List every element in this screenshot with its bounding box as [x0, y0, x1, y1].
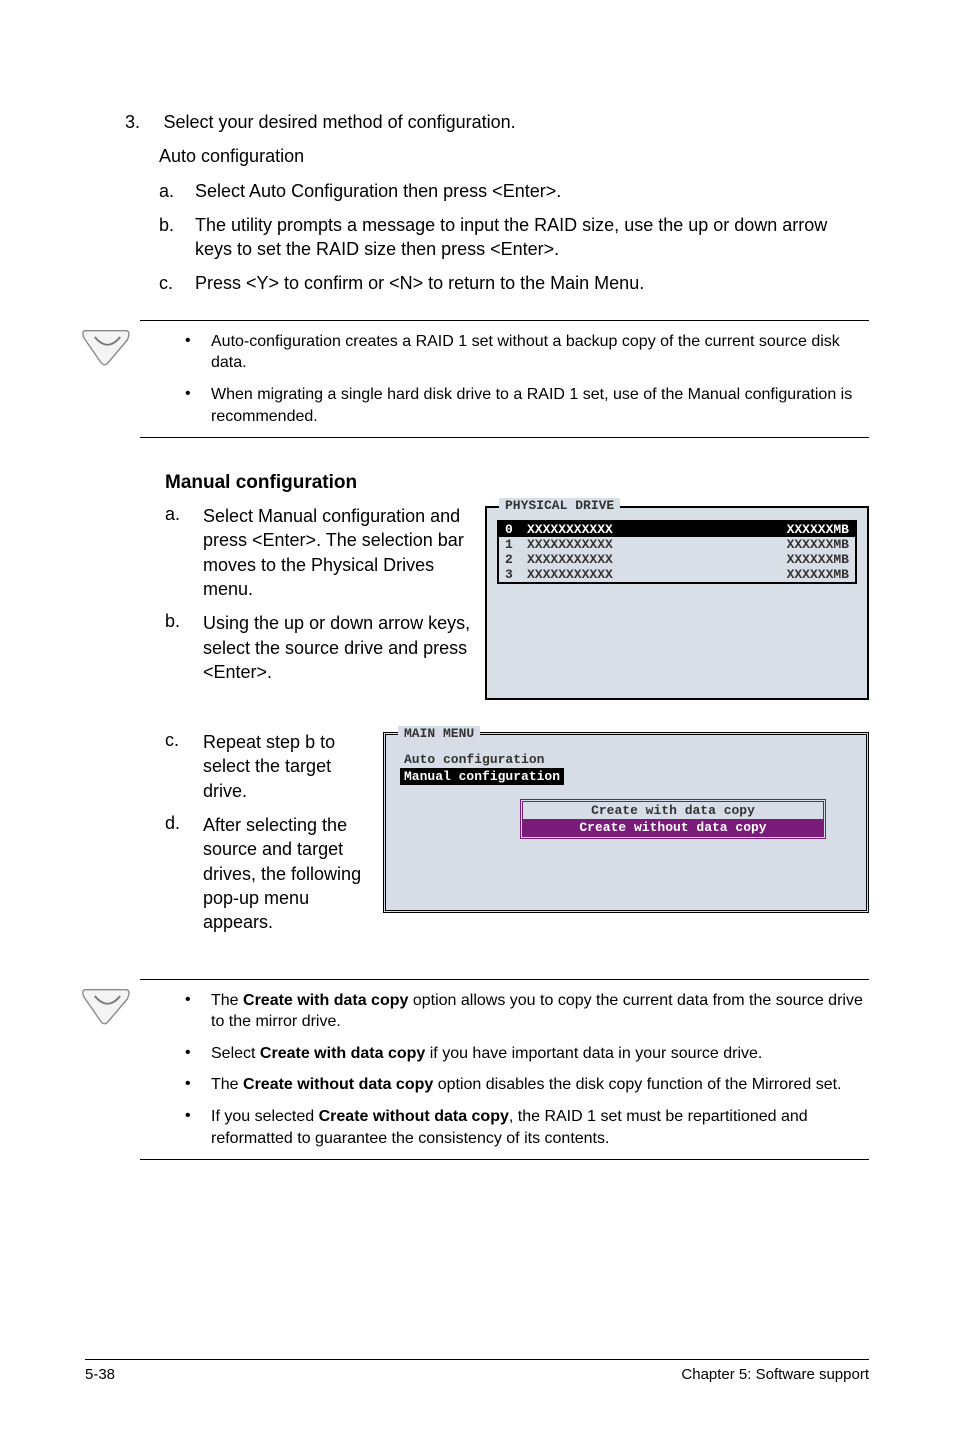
- manual-b-text: Using the up or down arrow keys, select …: [203, 611, 473, 684]
- menu-item-auto: Auto configuration: [400, 751, 852, 768]
- main-menu-panel: MAIN MENU Auto configuration Manual conf…: [383, 732, 869, 913]
- physical-drive-panel: PHYSICAL DRIVE 0 XXXXXXXXXXX XXXXXXMB 1 …: [485, 506, 869, 700]
- manual-c-letter: c.: [165, 730, 203, 803]
- note-icon: [80, 986, 135, 1026]
- note2-item-0: The Create with data copy option allows …: [211, 990, 869, 1033]
- auto-config-heading: Auto configuration: [159, 146, 304, 166]
- step3-number: 3.: [125, 110, 159, 134]
- manual-a-text: Select Manual configuration and press <E…: [203, 504, 473, 601]
- manual-config-heading: Manual configuration: [165, 472, 869, 494]
- step3b-letter: b.: [159, 213, 195, 262]
- bullet-icon: •: [185, 1043, 211, 1065]
- footer-page-number: 5-38: [85, 1366, 115, 1383]
- step3c-text: Press <Y> to confirm or <N> to return to…: [195, 271, 869, 295]
- menu-item-manual-selected: Manual configuration: [400, 768, 564, 785]
- popup-menu: Create with data copy Create without dat…: [520, 799, 826, 839]
- note-block-1: • Auto-configuration creates a RAID 1 se…: [140, 320, 869, 438]
- bullet-icon: •: [185, 384, 211, 427]
- note1-item-0: Auto-configuration creates a RAID 1 set …: [211, 331, 869, 374]
- manual-d-letter: d.: [165, 813, 203, 934]
- main-menu-title: MAIN MENU: [398, 726, 480, 741]
- physical-drive-row: 2 XXXXXXXXXXX XXXXXXMB: [499, 552, 855, 567]
- popup-item-with-copy: Create with data copy: [523, 802, 823, 819]
- bullet-icon: •: [185, 1106, 211, 1149]
- physical-drive-row: 3 XXXXXXXXXXX XXXXXXMB: [499, 567, 855, 582]
- manual-a-letter: a.: [165, 504, 203, 601]
- note-icon: [80, 327, 135, 367]
- manual-d-text: After selecting the source and target dr…: [203, 813, 371, 934]
- physical-drive-title: PHYSICAL DRIVE: [499, 498, 620, 513]
- page-footer: 5-38 Chapter 5: Software support: [85, 1359, 869, 1383]
- note1-item-1: When migrating a single hard disk drive …: [211, 384, 869, 427]
- footer-chapter: Chapter 5: Software support: [681, 1366, 869, 1383]
- manual-b-letter: b.: [165, 611, 203, 684]
- physical-drive-row-selected: 0 XXXXXXXXXXX XXXXXXMB: [499, 522, 855, 537]
- physical-drive-row: 1 XXXXXXXXXXX XXXXXXMB: [499, 537, 855, 552]
- bullet-icon: •: [185, 331, 211, 374]
- bullet-icon: •: [185, 990, 211, 1033]
- step3b-text: The utility prompts a message to input t…: [195, 213, 869, 262]
- manual-c-text: Repeat step b to select the target drive…: [203, 730, 371, 803]
- note2-item-3: If you selected Create without data copy…: [211, 1106, 869, 1149]
- step3a-text: Select Auto Configuration then press <En…: [195, 179, 869, 203]
- popup-item-without-copy-selected: Create without data copy: [523, 819, 823, 836]
- note2-item-1: Select Create with data copy if you have…: [211, 1043, 869, 1065]
- note2-item-2: The Create without data copy option disa…: [211, 1074, 869, 1096]
- bullet-icon: •: [185, 1074, 211, 1096]
- note-block-2: • The Create with data copy option allow…: [140, 979, 869, 1161]
- step3a-letter: a.: [159, 179, 195, 203]
- step3-text: Select your desired method of configurat…: [163, 112, 515, 132]
- step3c-letter: c.: [159, 271, 195, 295]
